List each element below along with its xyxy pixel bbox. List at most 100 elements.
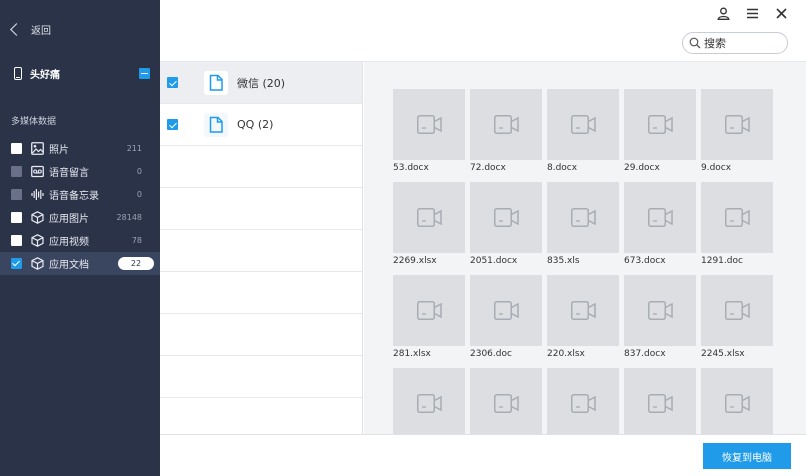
list-item-qq[interactable]: QQ (2) (160, 104, 362, 146)
account-checkbox[interactable] (167, 119, 178, 130)
file-thumbnail (624, 275, 696, 346)
sidebar: 返回 头好痛 多媒体数据 照片 211 语音留言 0 语音备忘录 0 应用图片 … (0, 0, 160, 476)
collapse-toggle[interactable] (139, 68, 150, 79)
category-checkbox[interactable] (11, 143, 22, 154)
empty-row (160, 230, 362, 272)
file-thumbnail (547, 275, 619, 346)
user-icon[interactable] (717, 7, 730, 20)
file-thumbnail (624, 182, 696, 253)
app-cube-icon (31, 234, 44, 247)
file-thumbnail (470, 182, 542, 253)
account-label: 微信 (20) (237, 76, 286, 90)
sidebar-item-voice-memos[interactable]: 语音备忘录 0 (0, 183, 160, 206)
search-input[interactable] (704, 36, 776, 50)
empty-row (160, 314, 362, 356)
file-name: 1291.doc (701, 256, 743, 266)
sidebar-item-app-images[interactable]: 应用图片 28148 (0, 206, 160, 229)
file-name: 2306.doc (470, 349, 512, 359)
file-thumbnail (470, 275, 542, 346)
bottom-bar: 恢复到电脑 (160, 434, 806, 476)
file-tile[interactable]: 1291.doc (701, 182, 773, 275)
category-checkbox[interactable] (11, 212, 22, 223)
voicemail-icon (31, 165, 44, 178)
search-box[interactable] (682, 32, 788, 54)
file-tile[interactable]: 2245.xlsx (701, 275, 773, 368)
file-tile[interactable] (393, 368, 465, 434)
close-icon[interactable] (775, 7, 788, 20)
source-app-list: 微信 (20) QQ (2) (160, 62, 363, 434)
file-thumbnail (624, 368, 696, 434)
file-name: 53.docx (393, 163, 429, 173)
file-thumbnail (393, 275, 465, 346)
file-name: 8.docx (547, 163, 578, 173)
sidebar-item-app-documents[interactable]: 应用文档 22 (0, 252, 160, 275)
sidebar-item-photos[interactable]: 照片 211 (0, 137, 160, 160)
file-grid: 53.docx 72.docx 8.docx 29.docx 9.docx 2269.xl… (393, 89, 773, 434)
sidebar-item-voicemail[interactable]: 语音留言 0 (0, 160, 160, 183)
app-cube-icon (31, 211, 44, 224)
file-thumbnail (547, 182, 619, 253)
file-thumbnail (393, 368, 465, 434)
account-checkbox[interactable] (167, 77, 178, 88)
document-folder-icon (204, 112, 228, 137)
category-count: 28148 (116, 213, 142, 222)
file-name: 281.xlsx (393, 349, 431, 359)
category-count: 0 (136, 190, 142, 199)
phone-icon (14, 67, 22, 80)
category-checkbox[interactable] (11, 166, 22, 177)
category-checkbox[interactable] (11, 189, 22, 200)
device-header[interactable]: 头好痛 (14, 66, 154, 81)
file-tile[interactable]: 835.xls (547, 182, 619, 275)
category-checkbox[interactable] (11, 258, 22, 269)
list-item-wechat[interactable]: 微信 (20) (160, 62, 362, 104)
app-cube-icon (31, 257, 44, 270)
menu-icon[interactable] (746, 7, 759, 20)
file-tile[interactable]: 9.docx (701, 89, 773, 182)
restore-to-computer-button[interactable]: 恢复到电脑 (703, 443, 791, 469)
file-name: 2245.xlsx (701, 349, 745, 359)
category-checkbox[interactable] (11, 235, 22, 246)
back-button[interactable]: 返回 (10, 22, 51, 37)
file-tile[interactable]: 2269.xlsx (393, 182, 465, 275)
category-label: 语音留言 (49, 168, 89, 179)
file-tile[interactable]: 72.docx (470, 89, 542, 182)
empty-row (160, 188, 362, 230)
file-name: 2269.xlsx (393, 256, 437, 266)
file-tile[interactable]: 53.docx (393, 89, 465, 182)
file-name: 835.xls (547, 256, 580, 266)
file-tile[interactable] (547, 368, 619, 434)
category-label: 应用视频 (49, 237, 89, 248)
document-folder-icon (204, 70, 228, 95)
category-label: 语音备忘录 (49, 191, 99, 202)
file-name: 673.docx (624, 256, 666, 266)
file-tile[interactable]: 281.xlsx (393, 275, 465, 368)
empty-row (160, 146, 362, 188)
app-window: 返回 头好痛 多媒体数据 照片 211 语音留言 0 语音备忘录 0 应用图片 … (0, 0, 806, 476)
file-thumbnail (701, 275, 773, 346)
file-tile[interactable]: 673.docx (624, 182, 696, 275)
account-label: QQ (2) (237, 118, 274, 131)
file-thumbnail (470, 89, 542, 160)
category-label: 应用图片 (49, 214, 89, 225)
device-name: 头好痛 (30, 70, 60, 81)
file-thumbnail (701, 89, 773, 160)
window-controls (717, 6, 788, 20)
file-tile[interactable] (470, 368, 542, 434)
file-tile[interactable]: 2051.docx (470, 182, 542, 275)
back-label: 返回 (31, 26, 51, 37)
file-grid-panel: 53.docx 72.docx 8.docx 29.docx 9.docx 2269.xl… (364, 62, 806, 434)
file-tile[interactable]: 2306.doc (470, 275, 542, 368)
file-tile[interactable]: 220.xlsx (547, 275, 619, 368)
file-tile[interactable] (624, 368, 696, 434)
file-thumbnail (701, 368, 773, 434)
file-thumbnail (393, 182, 465, 253)
file-tile[interactable]: 837.docx (624, 275, 696, 368)
category-count: 0 (136, 167, 142, 176)
file-thumbnail (547, 368, 619, 434)
sidebar-item-app-videos[interactable]: 应用视频 78 (0, 229, 160, 252)
file-tile[interactable] (701, 368, 773, 434)
file-tile[interactable]: 8.docx (547, 89, 619, 182)
file-name: 29.docx (624, 163, 660, 173)
file-tile[interactable]: 29.docx (624, 89, 696, 182)
audio-wave-icon (31, 188, 44, 201)
